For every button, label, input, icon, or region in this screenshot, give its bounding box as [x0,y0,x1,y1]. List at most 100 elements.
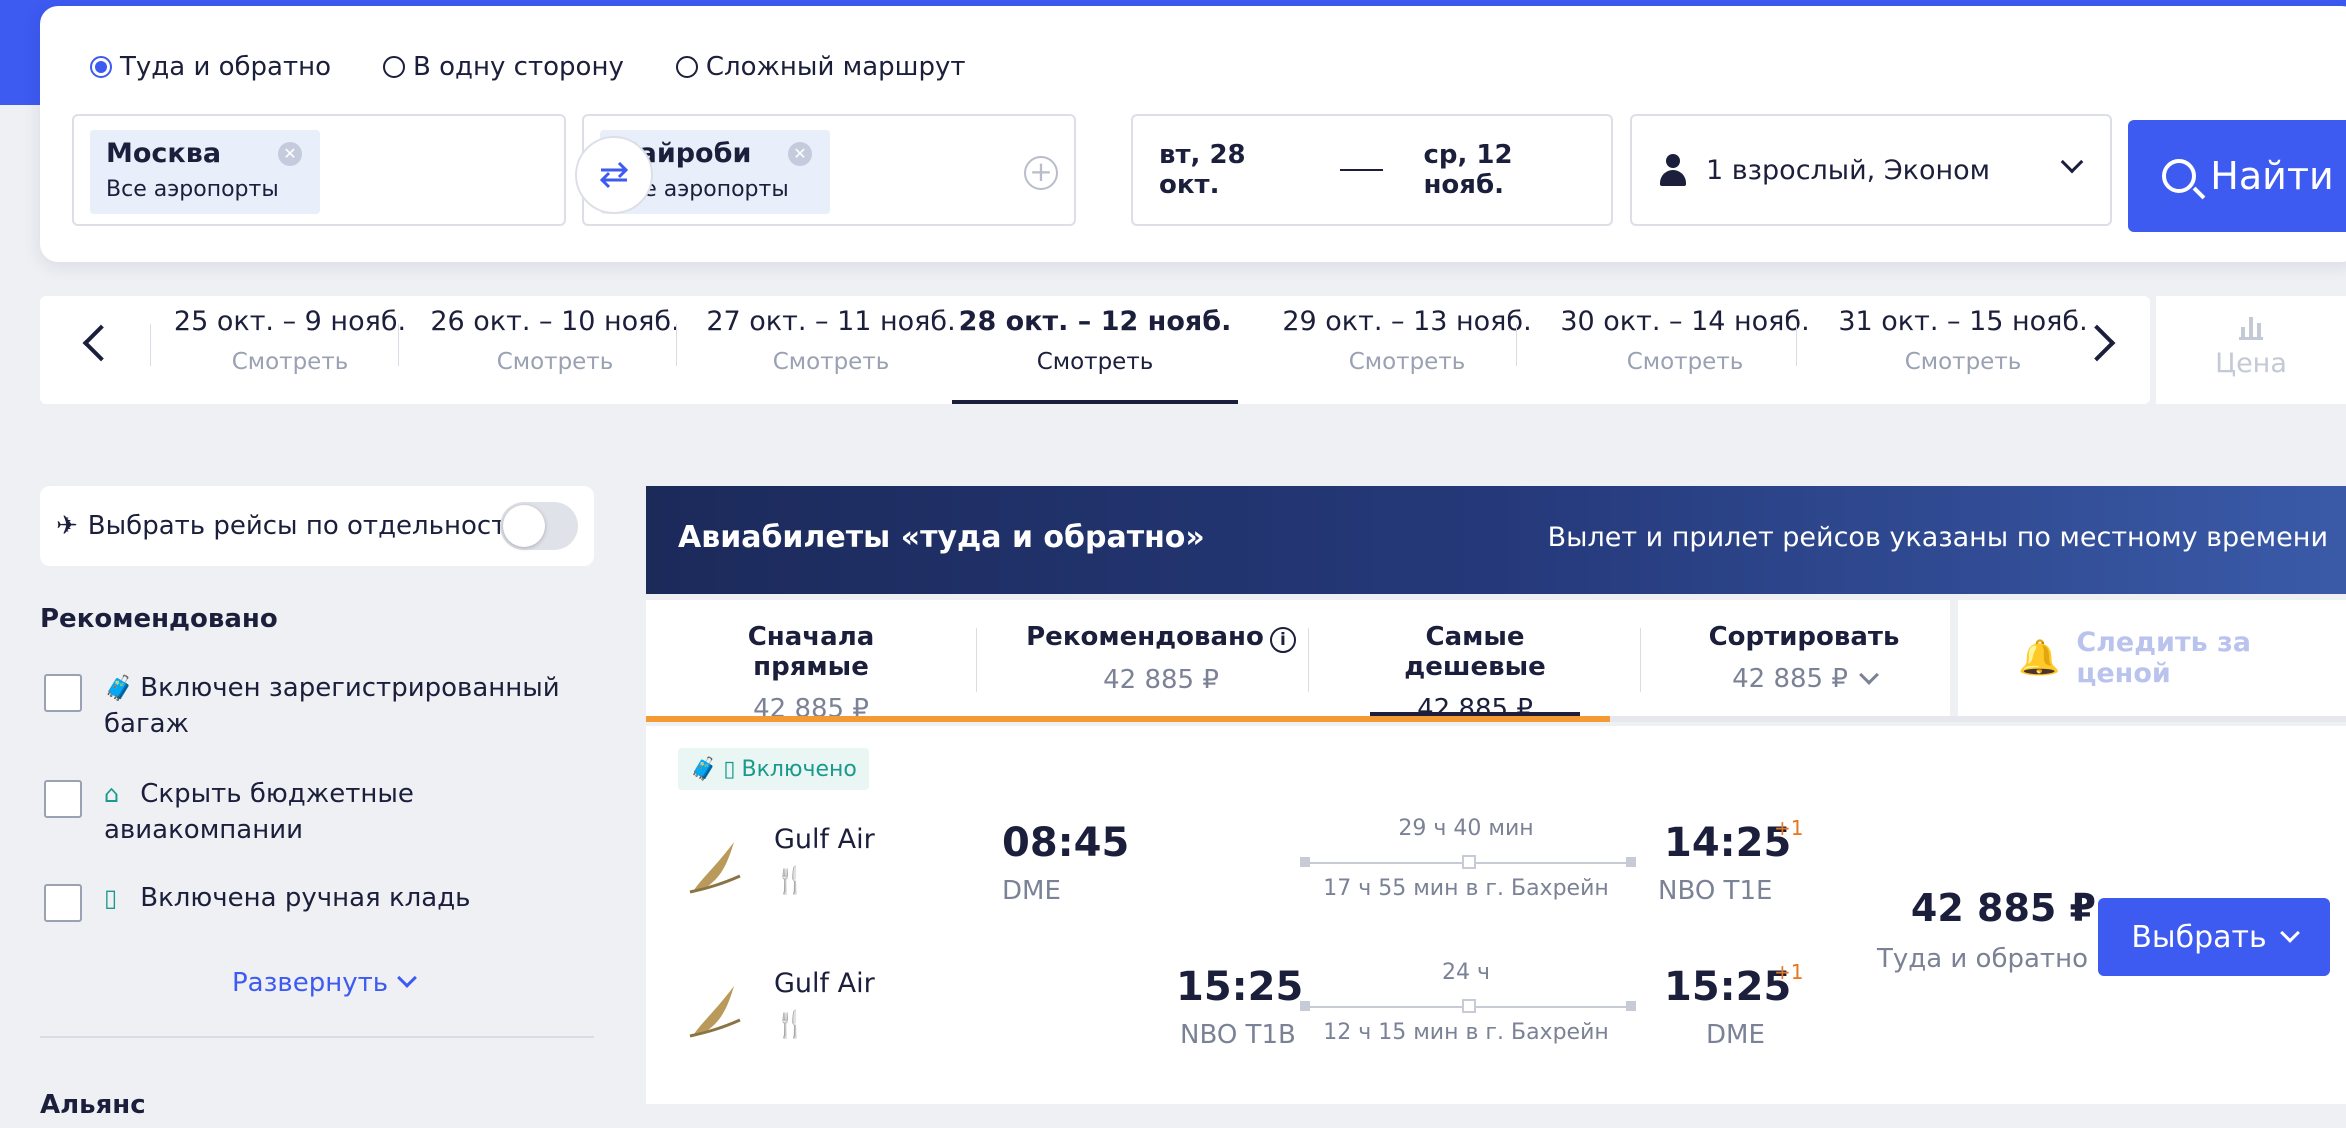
bell-icon: 🔔 [2018,638,2061,678]
sort-tab-name: Самые дешевые [1404,622,1546,682]
arrival-airport: DME [1706,1020,1765,1050]
date-option-action: Смотреть [772,349,890,375]
search-icon [2162,159,2197,193]
filter-checked-baggage[interactable]: 🧳 Включен зарегистрированный багаж [44,670,584,742]
checkbox[interactable] [44,884,82,922]
suitcase-icon: 🧳 [104,674,134,702]
date-option-range: 25 окт. – 9 нояб. [173,306,407,337]
day-shift: +1 [1774,816,1804,840]
date-option[interactable]: 30 окт. – 14 нояб. Смотреть [1550,306,1820,404]
price-tab-label: Цена [2215,348,2287,379]
swap-button[interactable] [575,136,653,214]
badge-label: Включено [741,756,857,782]
flight-segment-outbound: Gulf Air 🍴 08:45 DME 29 ч 40 мин 17 ч 55… [646,816,1846,936]
search-panel: Туда и обратно В одну сторону Сложный ма… [40,6,2346,262]
departure-time: 15:25 [1176,964,1304,1010]
plane-icon: ✈ [56,511,78,541]
date-option[interactable]: 25 окт. – 9 нояб. Смотреть [152,306,428,404]
divider [676,324,677,366]
filter-carry-on[interactable]: ▯ Включена ручная кладь [44,880,584,922]
sort-tab-name: Сначала прямые [747,622,875,682]
route-line [1300,999,1636,1013]
radio-icon [383,56,406,78]
departure-airport: DME [1002,876,1061,906]
chevron-left-icon[interactable] [82,324,120,362]
clear-destination-icon[interactable]: ✕ [788,142,812,166]
sort-tab-price: 42 885 ₽ [1732,664,1848,694]
sort-tab-name: Сортировать [1708,622,1900,652]
search-button[interactable]: Найти [2128,120,2346,232]
date-out: вт, 28 окт. [1159,140,1246,200]
trip-type-oneway[interactable]: В одну сторону [383,52,624,82]
sort-progress-track [1610,716,2346,722]
date-option-action: Смотреть [496,349,614,375]
date-option-action: Смотреть [1348,349,1466,375]
filter-hide-budget[interactable]: ⌂ Скрыть бюджетные авиакомпании [44,776,584,848]
carry-on-icon: ▯ [104,884,118,912]
clear-origin-icon[interactable]: ✕ [278,142,302,166]
filter-label: Включена ручная кладь [140,883,471,913]
separate-flights-switch[interactable] [500,502,578,550]
dates-separator [1340,169,1384,171]
offer-price: 42 885 ₽ [1910,886,2096,930]
trip-type-multicity[interactable]: Сложный маршрут [675,52,966,82]
date-option-range: 27 окт. – 11 нояб. [706,306,956,337]
date-option-action: Смотреть [231,349,349,375]
trip-type-label: В одну сторону [413,52,624,82]
origin-city: Москва [106,138,222,169]
layover-info: 12 ч 15 мин в г. Бахрейн [1323,1020,1609,1045]
included-badge: 🧳 ▯ Включено [678,748,869,790]
sidebar-divider [40,1036,594,1038]
date-option[interactable]: 27 окт. – 11 нояб. Смотреть [706,306,956,404]
select-offer-button[interactable]: Выбрать [2098,898,2330,976]
checkbox[interactable] [44,780,82,818]
sort-progress-bar [646,716,1610,722]
divider [1308,628,1309,692]
trip-type-roundtrip[interactable]: Туда и обратно [90,52,331,82]
price-chart-tab[interactable]: Цена [2156,296,2346,404]
date-option[interactable]: 26 окт. – 10 нояб. Смотреть [430,306,680,404]
checkbox[interactable] [44,674,82,712]
separate-flights-toggle-card[interactable]: ✈ Выбрать рейсы по отдельности [40,486,594,566]
airline-name: Gulf Air [774,824,875,855]
origin-chip[interactable]: Москва Все аэропорты ✕ [90,130,320,214]
flight-offer-card[interactable]: 🧳 ▯ Включено Gulf Air 🍴 08:45 DME 29 ч 4… [646,726,2346,1104]
select-label: Выбрать [2131,919,2267,955]
passengers-field[interactable]: 1 взрослый, Эконом [1630,114,2112,226]
sort-tab-cheapest[interactable]: Самые дешевые 42 885 ₽ [1370,600,1580,724]
sort-tab-sort[interactable]: Сортировать 42 885 ₽ [1706,600,1902,716]
origin-field[interactable]: Москва Все аэропорты ✕ [72,114,566,226]
gulf-air-logo-icon [689,986,741,1038]
meal-icon: 🍴 [774,866,807,896]
track-price-button[interactable]: 🔔 Следить за ценой [1950,600,2346,716]
suitcase-icon: 🧳 [690,756,718,782]
divider [1796,324,1797,366]
dates-field[interactable]: вт, 28 окт. ср, 12 нояб. [1131,114,1613,226]
expand-filters-link[interactable]: Развернуть [232,968,418,998]
sort-tab-name: Рекомендовано [1026,622,1264,652]
sort-tab-direct[interactable]: Сначала прямые 42 885 ₽ [686,600,936,724]
sort-tab-recommended[interactable]: Рекомендовано i 42 885 ₽ [1016,600,1306,716]
trip-type-label: Туда и обратно [120,52,332,82]
add-airport-icon[interactable]: + [1024,156,1058,190]
departure-time: 08:45 [1002,820,1130,866]
divider [398,324,399,366]
origin-airports: Все аэропорты [106,177,279,202]
date-back: ср, 12 нояб. [1423,140,1513,200]
date-option[interactable]: 29 окт. – 13 нояб. Смотреть [1272,306,1542,404]
trip-type-group: Туда и обратно В одну сторону Сложный ма… [90,52,966,82]
destination-field[interactable]: Найроби Все аэропорты ✕ + [582,114,1076,226]
filter-label: Скрыть бюджетные авиакомпании [104,779,414,845]
date-option[interactable]: 31 окт. – 15 нояб. Смотреть [1828,306,2098,404]
person-icon [1658,154,1688,186]
chevron-down-icon [2279,923,2300,943]
banner-title: Авиабилеты «туда и обратно» [678,520,1205,555]
flight-segment-return: Gulf Air 🍴 15:25 NBO T1B 24 ч 12 ч 15 ми… [646,960,1846,1080]
date-option-range: 28 окт. – 12 нояб. [958,306,1232,337]
divider [976,628,977,692]
passengers-label: 1 взрослый, Эконом [1706,154,1991,186]
date-option-selected[interactable]: 28 окт. – 12 нояб. Смотреть [952,306,1238,404]
arrival-time: 14:25 [1664,820,1792,866]
info-icon[interactable]: i [1269,627,1296,653]
route-line [1300,855,1636,869]
